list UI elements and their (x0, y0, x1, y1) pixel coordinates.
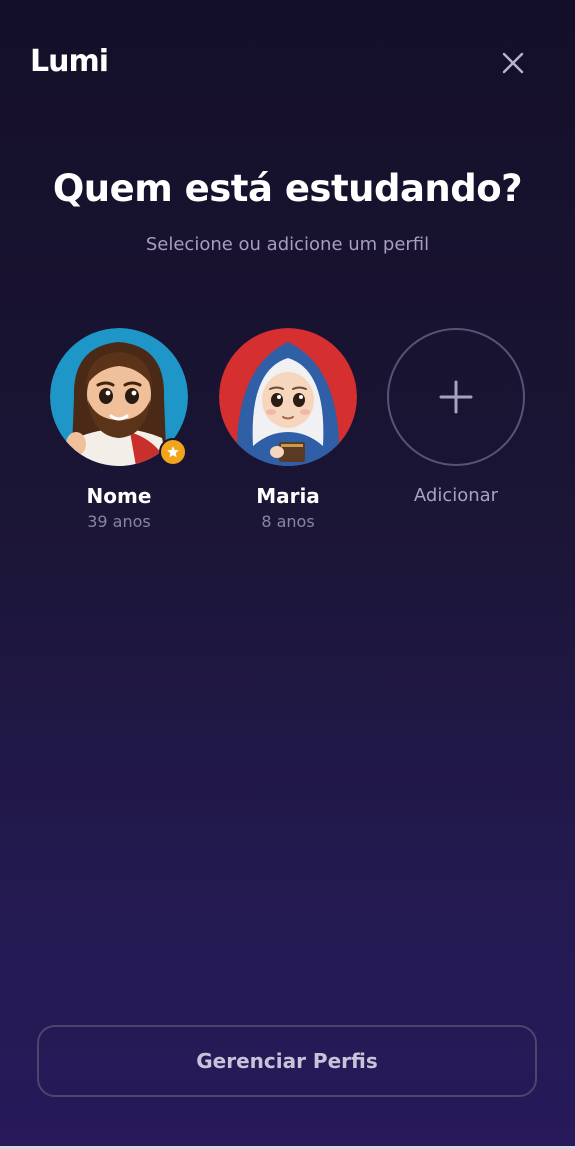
profile-selection-screen: Lumi Quem está estudando? Selecione ou a… (0, 0, 575, 1146)
profile-age: 8 anos (261, 512, 315, 531)
profile-card-nome[interactable]: Nome 39 anos (49, 328, 189, 533)
page-subtitle: Selecione ou adicione um perfil (145, 234, 430, 255)
profile-name: Maria (256, 484, 320, 508)
plus-icon (439, 380, 473, 414)
add-profile-button[interactable] (387, 328, 525, 466)
star-icon (167, 446, 179, 458)
star-badge (159, 438, 187, 466)
profile-name: Nome (86, 484, 152, 508)
app-logo: Lumi (30, 44, 109, 79)
close-icon (502, 52, 524, 74)
page-title: Quem está estudando? (52, 167, 523, 210)
profile-age: 39 anos (87, 512, 151, 531)
close-button[interactable] (496, 46, 530, 80)
add-profile-label: Adicionar (413, 485, 499, 506)
profile-card-maria[interactable]: Maria 8 anos (218, 328, 358, 533)
add-profile-card[interactable]: Adicionar (386, 328, 526, 509)
mary-avatar[interactable] (219, 328, 357, 466)
manage-profiles-button[interactable]: Gerenciar Perfis (37, 1025, 537, 1097)
